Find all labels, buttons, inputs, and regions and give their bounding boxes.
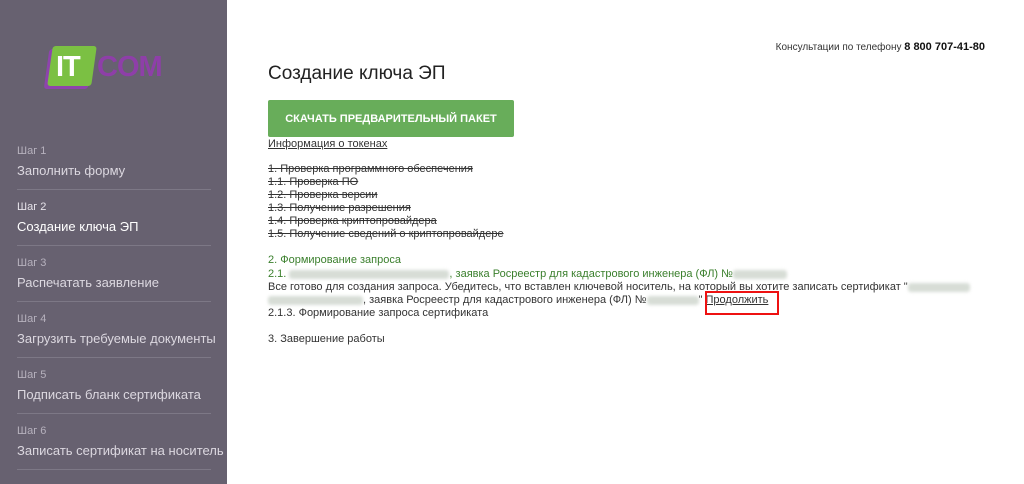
redacted-number xyxy=(646,295,699,305)
step-number: Шаг 5 xyxy=(17,369,47,381)
section-3-title: 3. Завершение работы xyxy=(268,333,385,345)
check-item: 1.2. Проверка версии xyxy=(268,189,378,201)
step-label: Создание ключа ЭП xyxy=(17,219,139,234)
step-label: Распечатать заявление xyxy=(17,275,159,290)
section-2-title: 2. Формирование запроса xyxy=(268,254,401,266)
check-item: 1.3. Получение разрешения xyxy=(268,202,411,214)
page-title: Создание ключа ЭП xyxy=(268,63,446,84)
redacted-name xyxy=(268,295,363,305)
step-2[interactable]: Шаг 2 Создание ключа ЭП xyxy=(17,190,211,246)
phone-number: 8 800 707-41-80 xyxy=(904,41,985,53)
check-list: 1. Проверка программного обеспечения 1.1… xyxy=(268,163,504,241)
check-item: 1.5. Получение сведений о криптопровайде… xyxy=(268,228,504,240)
itcom-logo[interactable]: IT COM xyxy=(47,46,174,92)
redacted-name xyxy=(907,282,970,292)
download-package-button[interactable]: Скачать предварительный пакет xyxy=(268,100,514,137)
step-1[interactable]: Шаг 1 Заполнить форму xyxy=(17,134,211,190)
sidebar: IT COM Шаг 1 Заполнить форму Шаг 2 Созда… xyxy=(0,0,227,484)
highlight-box xyxy=(705,291,779,315)
tokens-info-link[interactable]: Информация о токенах xyxy=(268,138,387,150)
request-line-2-1-3: 2.1.3. Формирование запроса сертификата xyxy=(268,307,489,319)
step-number: Шаг 3 xyxy=(17,257,47,269)
check-item: 1.1. Проверка ПО xyxy=(268,176,359,188)
steps-nav: Шаг 1 Заполнить форму Шаг 2 Создание клю… xyxy=(17,134,224,470)
ready-quote: " xyxy=(698,294,703,306)
ready-text: Все готово для создания запроса. Убедите… xyxy=(268,281,908,293)
step-4[interactable]: Шаг 4 Загрузить требуемые документы xyxy=(17,302,216,358)
redacted-number xyxy=(732,269,787,279)
redacted-name xyxy=(289,269,450,279)
step-label: Заполнить форму xyxy=(17,163,126,178)
ready-text-line-1: Все готово для создания запроса. Убедите… xyxy=(268,281,970,294)
request-line-2-1: 2.1. , заявка Росреестр для кадастрового… xyxy=(268,268,787,281)
request-description: , заявка Росреестр для кадастрового инже… xyxy=(449,268,733,280)
step-number: Шаг 2 xyxy=(17,201,47,213)
step-number: Шаг 4 xyxy=(17,313,47,325)
line-prefix: 2.1. xyxy=(268,268,287,280)
step-number: Шаг 6 xyxy=(17,425,47,437)
step-number: Шаг 1 xyxy=(17,145,47,157)
phone-consultation: Консультации по телефону 8 800 707-41-80 xyxy=(776,41,985,53)
step-label: Записать сертификат на носитель xyxy=(17,443,224,458)
step-3[interactable]: Шаг 3 Распечатать заявление xyxy=(17,246,211,302)
check-item: 1.4. Проверка криптопровайдера xyxy=(268,215,437,227)
step-label: Загрузить требуемые документы xyxy=(17,331,216,346)
logo-com-text: COM xyxy=(97,51,163,83)
phone-label: Консультации по телефону xyxy=(775,42,902,53)
logo-it-text: IT xyxy=(56,51,81,83)
step-6[interactable]: Шаг 6 Записать сертификат на носитель xyxy=(17,414,224,470)
check-item: 1. Проверка программного обеспечения xyxy=(268,163,473,175)
ready-text-line-2: , заявка Росреестр для кадастрового инже… xyxy=(268,294,768,307)
step-label: Подписать бланк сертификата xyxy=(17,387,201,402)
step-5[interactable]: Шаг 5 Подписать бланк сертификата xyxy=(17,358,211,414)
ready-text: , заявка Росреестр для кадастрового инже… xyxy=(363,294,647,306)
